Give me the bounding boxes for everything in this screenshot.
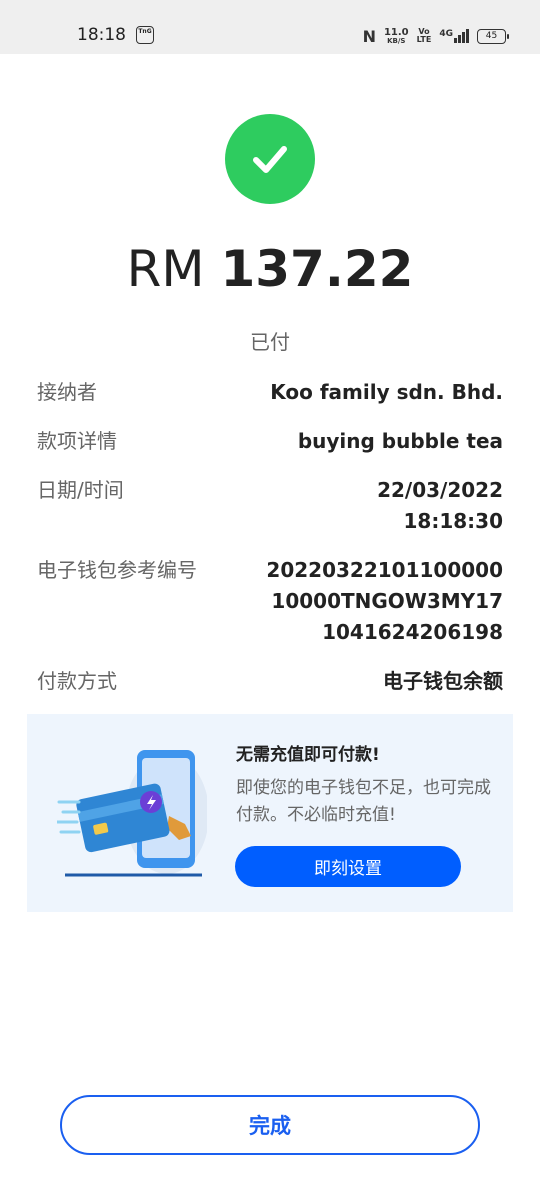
promo-title: 无需充值即可付款!: [236, 745, 380, 765]
recipient-value: Koo family sdn. Bhd.: [270, 380, 503, 404]
setup-now-button[interactable]: 即刻设置: [235, 846, 461, 887]
signal-icon: 4G: [439, 29, 469, 43]
detail-row-datetime: 日期/时间 22/03/2022 18:18:30: [37, 475, 503, 537]
status-icons: N 11.0 KB/S Vo LTE 4G 45: [362, 24, 509, 48]
done-button[interactable]: 完成: [60, 1095, 480, 1155]
net-speed-unit: KB/S: [387, 36, 406, 45]
reference-line-1: 20220322101100000: [266, 558, 503, 582]
status-bar: 18:18 TnG N 11.0 KB/S Vo LTE 4G 45: [0, 0, 540, 54]
amount-value: 137.22: [220, 240, 414, 298]
detail-row-recipient: 接纳者 Koo family sdn. Bhd.: [37, 377, 503, 408]
promo-description: 即使您的电子钱包不足，也可完成付款。不必临时充值!: [236, 778, 491, 825]
volte-icon: Vo LTE: [417, 28, 432, 44]
reference-line-2: 10000TNGOW3MY17: [271, 589, 503, 613]
payment-method-label: 付款方式: [37, 669, 117, 693]
success-check-icon: [225, 114, 315, 204]
date-value: 22/03/2022: [377, 478, 503, 502]
status-time: 18:18: [77, 25, 126, 45]
promo-banner: 无需充值即可付款! 即使您的电子钱包不足，也可完成付款。不必临时充值! 即刻设置: [27, 714, 513, 912]
recipient-label: 接纳者: [37, 380, 97, 404]
payment-amount: RM 137.22: [0, 240, 540, 298]
net-speed-value: 11.0: [383, 26, 409, 38]
network-type: 4G: [439, 29, 453, 39]
volte-bottom: LTE: [416, 35, 432, 44]
detail-row-reference: 电子钱包参考编号 20220322101100000 10000TNGOW3MY…: [37, 555, 503, 648]
detail-row-payment-method: 付款方式 电子钱包余额: [37, 666, 503, 697]
amount-currency: RM: [126, 240, 205, 298]
reference-line-3: 1041624206198: [322, 620, 503, 644]
payment-method-value: 电子钱包余额: [383, 669, 503, 693]
time-value: 18:18:30: [403, 509, 504, 533]
battery-icon: 45: [477, 28, 509, 44]
wallet-card-illustration-icon: [55, 744, 209, 884]
nfc-icon: N: [362, 26, 376, 46]
detail-row-purpose: 款项详情 buying bubble tea: [37, 426, 503, 457]
purpose-value: buying bubble tea: [297, 429, 503, 453]
datetime-label: 日期/时间: [37, 478, 124, 502]
reference-label: 电子钱包参考编号: [37, 558, 197, 582]
app-notification-icon: TnG: [136, 26, 154, 44]
payment-status-label: 已付: [250, 330, 290, 354]
net-speed: 11.0 KB/S: [383, 26, 409, 45]
purpose-label: 款项详情: [37, 429, 117, 453]
